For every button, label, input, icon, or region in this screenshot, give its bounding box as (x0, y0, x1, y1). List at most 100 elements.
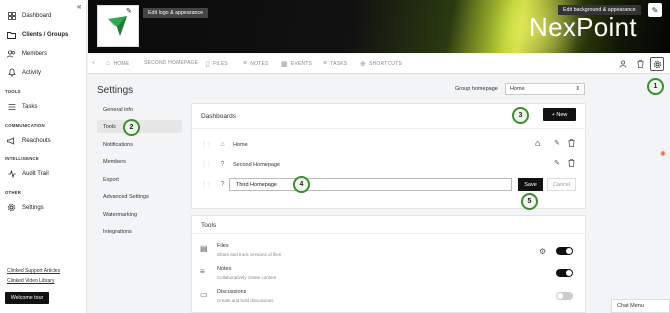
tools-title: Tools (201, 222, 217, 229)
delete-trash-icon[interactable] (568, 139, 575, 149)
group-homepage-select[interactable]: Home ⇕ (505, 83, 585, 95)
dashboard-row-home[interactable]: ⋮⋮ ⌂ Home (201, 140, 248, 149)
nav-section-intelligence: INTELLIGENCE (5, 156, 39, 161)
collapse-nav-icon[interactable]: « (77, 2, 81, 11)
nav-label-activity: Activity (22, 69, 42, 76)
welcome-tour-button[interactable]: Welcome tour (5, 292, 49, 304)
members-tab-icon[interactable] (616, 57, 630, 71)
edit-pencil-icon[interactable]: ✎ (554, 139, 560, 147)
nav-item-settings[interactable]: Settings (7, 203, 44, 212)
support-articles-link[interactable]: Clinked Support Articles (7, 268, 60, 274)
nav-item-dashboard[interactable]: Dashboard (7, 11, 51, 20)
toggle-knob (557, 293, 563, 299)
audit-icon (7, 169, 16, 178)
nav-label-tasks: Tasks (22, 103, 38, 110)
group-logo[interactable] (97, 5, 139, 47)
page-help-icon: ? (220, 181, 225, 188)
tasks-icon: ≡ (323, 60, 328, 67)
tool-name-files: Files (217, 243, 229, 249)
dashboard-name-home: Home (233, 141, 248, 148)
divider (191, 128, 586, 129)
save-button[interactable]: Save (518, 178, 543, 191)
dashboards-title: Dashboards (201, 113, 237, 120)
edit-pencil-icon[interactable]: ✎ (554, 159, 560, 167)
home-icon: ⌂ (220, 141, 225, 148)
tab-shortcuts-label: SHORTCUTS (369, 61, 402, 67)
trash-tab-icon[interactable] (633, 57, 647, 71)
group-homepage-label: Group homepage (455, 86, 498, 92)
chevron-updown-icon: ⇕ (575, 86, 580, 92)
notes-icon: ≡ (243, 60, 248, 67)
step-marker-4: 4 (293, 176, 310, 193)
step-marker-2: 2 (123, 119, 140, 136)
submenu-notifications[interactable]: Notifications (97, 138, 182, 151)
group-tab-bar: « ⌂ HOME SECOND HOMEPAGE ▯ FILES ≡ NOTES… (88, 54, 670, 74)
nav-section-tools: TOOLS (5, 89, 21, 94)
bell-icon (7, 68, 16, 77)
tab-collapse-icon[interactable]: « (92, 60, 95, 66)
pencil-icon[interactable]: ✎ (126, 7, 132, 15)
page-help-icon: ? (220, 161, 225, 168)
submenu-general-info[interactable]: General info (97, 103, 182, 116)
cancel-button[interactable]: Cancel (547, 178, 576, 191)
nav-item-reachouts[interactable]: Reachouts (7, 136, 51, 145)
left-nav: « Dashboard Clients / Groups Members Act… (0, 0, 87, 313)
toggle-files[interactable] (556, 247, 573, 255)
nav-item-members[interactable]: Members (7, 49, 47, 58)
group-homepage-value: Home (510, 86, 525, 92)
drag-handle-icon[interactable]: ⋮⋮ (201, 181, 212, 188)
nav-label-clients-groups: Clients / Groups (22, 31, 69, 38)
default-home-icon: ⌂ (535, 138, 541, 148)
tab-second-homepage[interactable]: SECOND HOMEPAGE (144, 60, 198, 66)
gear-icon (7, 203, 16, 212)
delete-trash-icon[interactable] (568, 159, 575, 169)
tab-tasks[interactable]: ≡ TASKS (323, 60, 347, 67)
toggle-knob (566, 270, 572, 276)
home-icon: ⌂ (106, 60, 111, 67)
nav-label-settings: Settings (22, 204, 44, 211)
toggle-knob (566, 248, 572, 254)
nav-item-clients-groups[interactable]: Clients / Groups (7, 30, 68, 39)
tab-files-label: FILES (213, 61, 228, 67)
dashboard-name-input[interactable]: Third Homepage (229, 178, 512, 191)
tab-home[interactable]: ⌂ HOME (106, 60, 129, 67)
dashboard-row-second-homepage[interactable]: ⋮⋮ ? Second Homepage (201, 160, 280, 169)
submenu-watermarking[interactable]: Watermarking (97, 208, 182, 221)
discussions-icon: ▭ (200, 290, 208, 299)
tasks-list-icon (7, 102, 16, 111)
step-marker-1: 1 (647, 78, 664, 95)
settings-tab-gear-icon[interactable] (650, 57, 664, 71)
dashboard-name-input-value: Third Homepage (236, 181, 277, 188)
file-icon: ▯ (206, 61, 211, 68)
chat-menu-button[interactable]: Chat Menu (611, 299, 670, 313)
tab-files[interactable]: ▯ FILES (206, 60, 228, 68)
toggle-notes[interactable] (556, 269, 573, 277)
submenu-members[interactable]: Members (97, 155, 182, 168)
toggle-discussions[interactable] (556, 292, 573, 300)
logo-icon (108, 16, 127, 36)
submenu-export[interactable]: Export (97, 173, 182, 186)
drag-handle-icon[interactable]: ⋮⋮ (201, 161, 212, 168)
nav-item-audit-trail[interactable]: Audit Trail (7, 169, 49, 178)
divider (191, 233, 586, 234)
video-library-link[interactable]: Clinked Video Library (7, 278, 54, 284)
edit-logo-button[interactable]: Edit logo & appearance (143, 8, 209, 18)
file-icon: ▤ (200, 244, 208, 253)
notes-icon: ≡ (200, 267, 205, 276)
nav-item-activity[interactable]: Activity (7, 68, 41, 77)
plus-circle-icon: ⊕ (360, 61, 367, 68)
nav-item-tasks[interactable]: Tasks (7, 102, 37, 111)
submenu-integrations[interactable]: Integrations (97, 225, 182, 238)
tab-notes[interactable]: ≡ NOTES (243, 60, 269, 67)
tab-events[interactable]: ▦ EVENTS (281, 60, 312, 68)
nav-label-dashboard: Dashboard (22, 12, 52, 19)
tool-name-notes: Notes (217, 266, 232, 272)
tab-notes-label: NOTES (250, 60, 269, 67)
edit-background-pencil-icon[interactable]: ✎ (648, 3, 662, 17)
drag-handle-icon[interactable]: ⋮⋮ (201, 141, 212, 148)
submenu-advanced-settings[interactable]: Advanced Settings (97, 190, 182, 203)
hubspot-icon[interactable]: ✺ (660, 150, 666, 158)
tool-settings-gear-icon[interactable]: ⚙ (539, 247, 546, 256)
new-dashboard-button[interactable]: + New (543, 108, 576, 121)
tab-shortcuts[interactable]: ⊕ SHORTCUTS (360, 60, 402, 68)
